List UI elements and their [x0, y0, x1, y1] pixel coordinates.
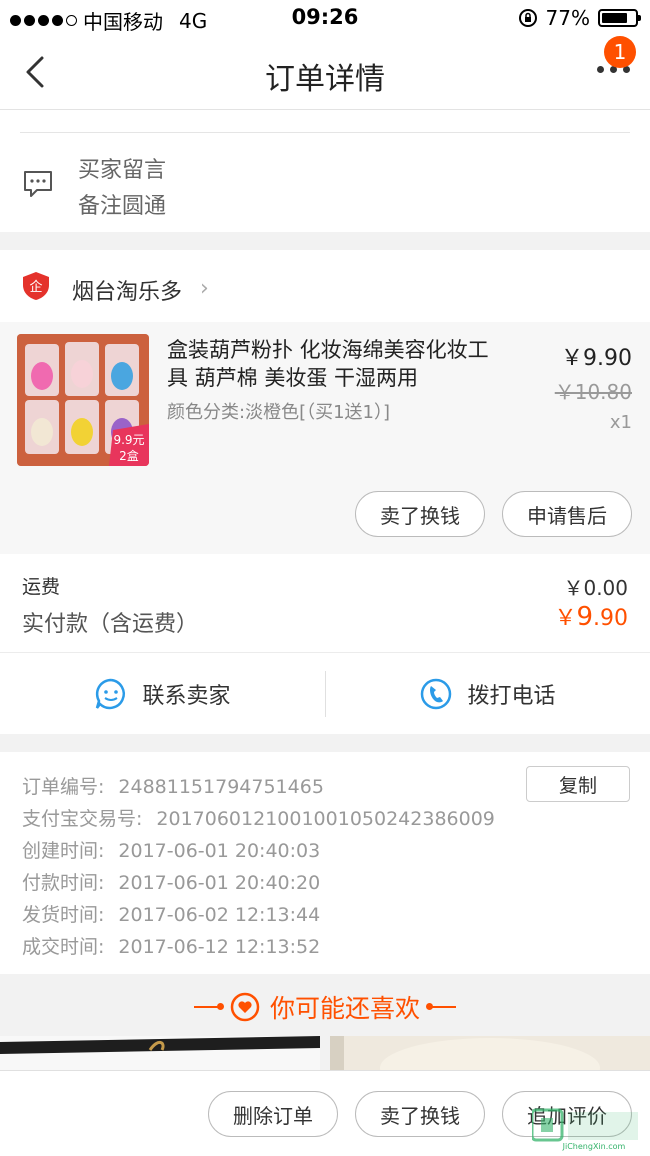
battery-icon: [598, 9, 641, 27]
buyer-message-text: 备注圆通: [78, 194, 167, 219]
call-phone-button[interactable]: 拨打电话: [325, 653, 650, 735]
delete-order-button[interactable]: 删除订单: [208, 1091, 338, 1137]
page-title: 订单详情: [265, 62, 385, 97]
battery-percent: 77%: [545, 6, 590, 30]
image-tag-count: 2盒: [119, 448, 139, 463]
recommend-title: 你可能还喜欢: [269, 994, 420, 1023]
info-row-completed: 成交时间: 2017-06-12 12:13:52: [22, 936, 321, 958]
product-quantity: x1: [609, 412, 632, 433]
paid-amount: ￥9.90: [554, 602, 628, 632]
chat-face-icon: [96, 678, 126, 710]
shop-logo-icon: 企: [23, 272, 49, 300]
chevron-right-icon[interactable]: ›: [200, 276, 209, 301]
nav-bar: 订单详情 1: [0, 36, 650, 110]
info-row-alipay-id: 支付宝交易号: 2017060121001001050242386009: [22, 808, 495, 830]
svg-text:JiChengXin.com: JiChengXin.com: [562, 1142, 626, 1151]
message-icon: [22, 167, 54, 199]
heart-icon: [230, 992, 260, 1022]
product-name[interactable]: 盒装葫芦粉扑 化妆海绵美容化妆工具 葫芦棉 美妆蛋 干湿两用: [167, 336, 507, 392]
product-price: ￥9.90: [561, 346, 632, 371]
svg-text:企: 企: [29, 279, 42, 295]
order-info-section: 复制 订单编号: 24881151794751465 支付宝交易号: 2017060…: [0, 752, 650, 974]
product-image[interactable]: 9.9元 2盒: [17, 334, 149, 466]
status-bar: 中国移动 4G 09:26 77%: [0, 0, 650, 36]
contact-bar: 联系卖家 拨打电话: [0, 652, 650, 734]
contact-seller-button[interactable]: 联系卖家: [0, 653, 325, 735]
sell-for-cash-button[interactable]: 卖了换钱: [355, 491, 485, 537]
info-row-shipped: 发货时间: 2017-06-02 12:13:44: [22, 904, 321, 926]
paid-label: 实付款（含运费）: [22, 612, 199, 637]
phone-icon: [421, 678, 452, 710]
product-spec: 颜色分类:淡橙色[（买1送1）]: [167, 402, 391, 423]
product-original-price: ￥10.80: [554, 380, 632, 404]
recommend-header: 你可能还喜欢: [0, 980, 650, 1034]
info-row-paid: 付款时间: 2017-06-01 20:40:20: [22, 872, 321, 894]
buyer-message-label: 买家留言: [78, 158, 167, 183]
orientation-lock-icon: [518, 9, 537, 27]
sell-for-cash-bottom-button[interactable]: 卖了换钱: [355, 1091, 485, 1137]
shop-name[interactable]: 烟台淘乐多: [72, 274, 182, 306]
shipping-value: ￥0.00: [563, 576, 628, 600]
shipping-label: 运费: [22, 576, 61, 598]
after-sale-button[interactable]: 申请售后: [502, 491, 632, 537]
info-row-order-id: 订单编号: 24881151794751465: [22, 776, 324, 798]
copy-button[interactable]: 复制: [526, 766, 630, 802]
image-tag-price: 9.9元: [113, 433, 144, 447]
notification-badge: 1: [604, 36, 636, 68]
info-row-created: 创建时间: 2017-06-01 20:40:03: [22, 840, 321, 862]
site-watermark-logo: JiChengXin.com: [530, 1108, 644, 1152]
